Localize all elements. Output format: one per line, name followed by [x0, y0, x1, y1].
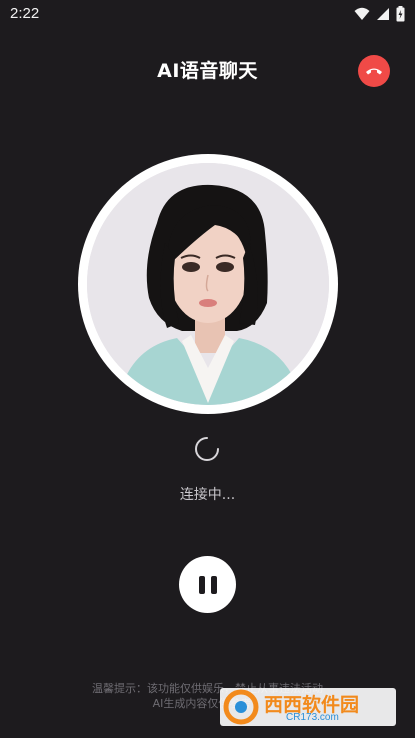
hang-up-button[interactable]	[358, 55, 390, 87]
loading-spinner-icon	[195, 437, 219, 461]
wifi-icon	[354, 7, 370, 20]
watermark: 西西软件园 CR173.com	[220, 688, 396, 726]
phone-hangup-icon	[366, 68, 382, 75]
ai-character-portrait	[87, 163, 329, 405]
pause-icon	[210, 575, 217, 594]
connection-status: 连接中...	[179, 487, 236, 503]
signal-icon	[377, 8, 389, 20]
status-icons	[354, 6, 405, 22]
battery-icon	[396, 6, 405, 22]
page-title: AI语音聊天	[157, 60, 258, 82]
pause-icon	[198, 575, 205, 594]
watermark-logo-icon	[223, 689, 259, 725]
status-time: 2:22	[10, 5, 40, 22]
watermark-site: CR173.com	[286, 712, 339, 723]
status-bar: 2:22	[0, 0, 415, 28]
pause-button[interactable]	[179, 556, 236, 613]
avatar	[87, 163, 329, 405]
